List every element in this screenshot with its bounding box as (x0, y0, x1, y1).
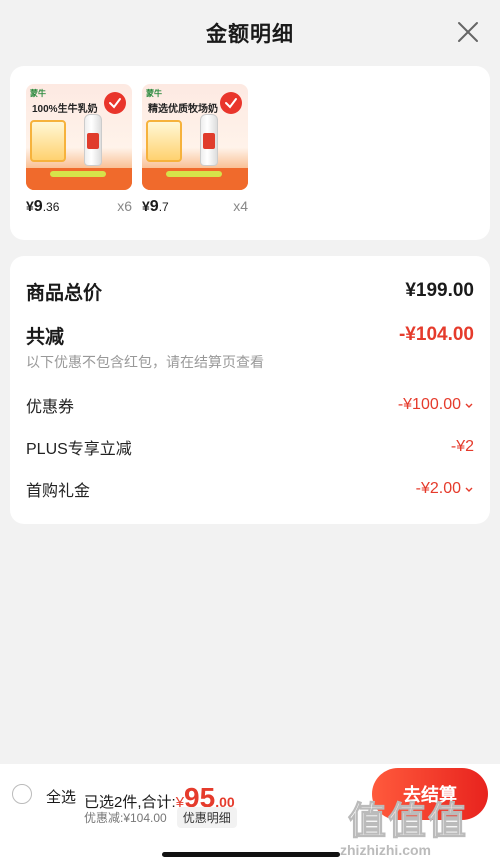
milk-pack-graphic (30, 120, 66, 162)
discount-value: -¥2.00 (415, 480, 461, 497)
milk-pack-graphic (146, 120, 182, 162)
discount-summary: 优惠减:¥104.00 优惠明细 (84, 807, 237, 828)
discount-label: 优惠券 (26, 399, 75, 416)
discount-value: -¥2 (450, 438, 474, 455)
discount-row-coupon[interactable]: 优惠券 -¥100.00 (26, 384, 474, 426)
page-title: 金额明细 (206, 23, 294, 46)
product-quantity: x4 (233, 198, 248, 214)
close-icon (458, 22, 478, 42)
product-list: 蒙牛 100%生牛乳奶 ¥9.36 x6 蒙牛 精选优质牧场奶 ¥9.7 x4 (10, 66, 490, 240)
brand-label: 蒙牛 (146, 89, 162, 98)
watermark: 值值值 zhizhizhi.com (340, 790, 490, 860)
select-all-radio[interactable] (12, 784, 32, 804)
discount-row-first-purchase[interactable]: 首购礼金 -¥2.00 (26, 468, 474, 510)
checked-icon[interactable] (104, 92, 126, 114)
checked-icon[interactable] (220, 92, 242, 114)
product-price: ¥9.7 (142, 198, 169, 215)
product-banner (26, 168, 132, 190)
product-banner (142, 168, 248, 190)
product-price: ¥9.36 (26, 198, 60, 215)
product-item[interactable]: 蒙牛 100%生牛乳奶 ¥9.36 x6 (26, 84, 132, 222)
product-tagline: 100%生牛乳奶 (32, 104, 98, 115)
reduction-row: 共减 -¥104.00 (26, 320, 474, 350)
product-tagline: 精选优质牧场奶 (148, 104, 218, 115)
product-quantity: x6 (117, 198, 132, 214)
discount-total: 优惠减:¥104.00 (84, 811, 167, 825)
product-item[interactable]: 蒙牛 精选优质牧场奶 ¥9.7 x4 (142, 84, 248, 222)
discount-detail-button[interactable]: 优惠明细 (176, 807, 237, 828)
product-image: 蒙牛 精选优质牧场奶 (142, 84, 248, 190)
total-label: 商品总价 (26, 282, 103, 304)
discount-row-plus: PLUS专享立减 -¥2 (26, 426, 474, 468)
modal-header: 金额明细 (0, 0, 500, 66)
discount-label: 首购礼金 (26, 483, 91, 500)
total-value: ¥199.00 (405, 280, 474, 301)
watermark-url: zhizhizhi.com (340, 842, 431, 858)
price-summary: 商品总价 ¥199.00 共减 -¥104.00 以下优惠不包含红包，请在结算页… (10, 256, 490, 524)
discount-label: PLUS专享立减 (26, 441, 132, 458)
milk-bottle-graphic (84, 114, 102, 166)
brand-label: 蒙牛 (30, 89, 46, 98)
select-all-label[interactable]: 全选 (46, 786, 76, 807)
chevron-down-icon[interactable] (464, 484, 474, 494)
milk-bottle-graphic (200, 114, 218, 166)
discount-note: 以下优惠不包含红包，请在结算页查看 (26, 354, 264, 370)
reduction-value: -¥104.00 (398, 324, 474, 345)
total-row: 商品总价 ¥199.00 (26, 262, 474, 320)
product-image: 蒙牛 100%生牛乳奶 (26, 84, 132, 190)
home-indicator (162, 852, 340, 857)
discount-value: -¥100.00 (397, 396, 461, 413)
close-button[interactable] (456, 20, 480, 44)
chevron-down-icon[interactable] (464, 400, 474, 410)
watermark-text: 值值值 (347, 801, 469, 844)
reduction-label: 共减 (26, 326, 65, 348)
